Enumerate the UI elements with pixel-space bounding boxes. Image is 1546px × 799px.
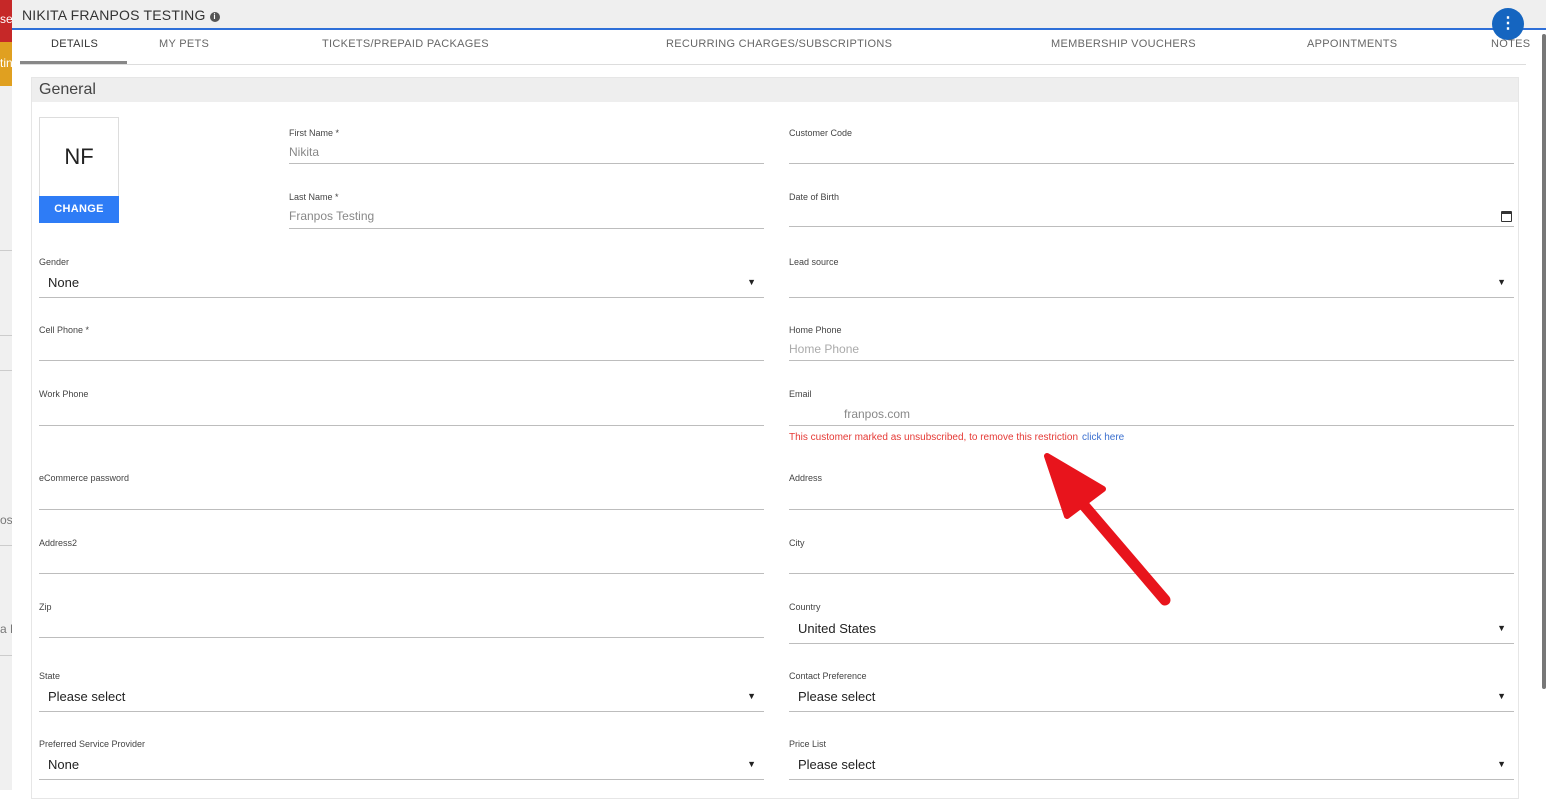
price-list-value: Please select xyxy=(798,757,876,772)
customer-details-modal: NIKITA FRANPOS TESTING i ⋮ DETAILS MY PET… xyxy=(12,0,1546,799)
contact-preference-label: Contact Preference xyxy=(789,671,867,681)
date-of-birth-field[interactable]: Date of Birth xyxy=(789,192,1514,227)
background-app-sliver: se tin os a F xyxy=(0,0,12,790)
tab-tickets-prepaid-packages[interactable]: TICKETS/PREPAID PACKAGES xyxy=(322,38,489,50)
first-name-label: First Name * xyxy=(289,128,340,138)
chevron-down-icon: ▼ xyxy=(747,691,756,701)
cell-phone-label: Cell Phone * xyxy=(39,325,90,335)
home-phone-field[interactable]: Home Phone Home Phone xyxy=(789,325,1514,361)
change-avatar-button[interactable]: CHANGE xyxy=(39,196,119,223)
info-icon[interactable]: i xyxy=(209,12,220,22)
customer-code-label: Customer Code xyxy=(789,128,853,138)
tab-notes[interactable]: NOTES xyxy=(1491,38,1530,50)
scrollbar[interactable] xyxy=(1542,34,1546,689)
avatar-initials: NF xyxy=(64,144,94,169)
avatar: NF xyxy=(39,117,119,198)
modal-title-bar: NIKITA FRANPOS TESTING i xyxy=(12,0,1546,30)
unsubscribed-warning: This customer marked as unsubscribed, to… xyxy=(789,432,1124,443)
preferred-service-provider-label: Preferred Service Provider xyxy=(39,739,146,749)
home-phone-placeholder: Home Phone xyxy=(789,342,860,356)
state-value: Please select xyxy=(48,689,126,704)
address2-label: Address2 xyxy=(39,538,78,548)
tab-details[interactable]: DETAILS xyxy=(51,38,98,50)
address-label: Address xyxy=(789,473,823,483)
work-phone-label: Work Phone xyxy=(39,389,89,399)
contact-preference-value: Please select xyxy=(798,689,876,704)
state-select[interactable]: State Please select ▼ xyxy=(39,671,764,712)
email-label: Email xyxy=(789,389,812,399)
last-name-label: Last Name * xyxy=(289,192,339,202)
zip-label: Zip xyxy=(39,602,52,612)
annotation-arrow-icon xyxy=(1044,453,1171,606)
active-tab-indicator xyxy=(20,61,127,64)
tab-appointments[interactable]: APPOINTMENTS xyxy=(1307,38,1397,50)
background-text-fragment: os xyxy=(0,513,12,527)
section-header: General xyxy=(32,78,1518,102)
lead-source-label: Lead source xyxy=(789,257,839,267)
chevron-down-icon: ▼ xyxy=(1497,277,1506,287)
chevron-down-icon: ▼ xyxy=(1497,691,1506,701)
background-text-fragment: se xyxy=(0,12,12,26)
customer-name-title: NIKITA FRANPOS TESTING xyxy=(22,7,206,23)
ecommerce-password-label: eCommerce password xyxy=(39,473,130,483)
price-list-select[interactable]: Price List Please select ▼ xyxy=(789,739,1514,780)
last-name-field[interactable]: Last Name * Franpos Testing xyxy=(289,192,764,229)
email-value: franpos.com xyxy=(844,407,911,421)
unsubscribed-message: This customer marked as unsubscribed, to… xyxy=(789,432,1078,443)
remove-restriction-link[interactable]: click here xyxy=(1082,432,1124,443)
background-header-red: se xyxy=(0,0,12,42)
first-name-value: Nikita xyxy=(289,145,320,159)
customer-code-field[interactable]: Customer Code xyxy=(789,128,1514,164)
country-label: Country xyxy=(789,602,821,612)
section-title: General xyxy=(39,81,96,98)
last-name-value: Franpos Testing xyxy=(289,209,375,223)
calendar-icon[interactable] xyxy=(1501,211,1512,222)
gender-select[interactable]: Gender None ▼ xyxy=(39,257,764,298)
price-list-label: Price List xyxy=(789,739,827,749)
gender-value: None xyxy=(48,275,80,290)
address2-field[interactable]: Address2 xyxy=(39,538,764,574)
tab-membership-vouchers[interactable]: MEMBERSHIP VOUCHERS xyxy=(1051,38,1196,50)
chevron-down-icon: ▼ xyxy=(1497,623,1506,633)
background-header-orange: tin xyxy=(0,42,12,86)
chevron-down-icon: ▼ xyxy=(747,759,756,769)
country-value: United States xyxy=(798,621,877,636)
first-name-field[interactable]: First Name * Nikita xyxy=(289,128,764,164)
tab-my-pets[interactable]: MY PETS xyxy=(159,38,209,50)
chevron-down-icon: ▼ xyxy=(747,277,756,287)
tab-bar: DETAILS MY PETS TICKETS/PREPAID PACKAGES… xyxy=(20,30,1530,65)
background-text-fragment: a F xyxy=(0,622,12,636)
preferred-service-provider-select[interactable]: Preferred Service Provider None ▼ xyxy=(39,739,764,780)
home-phone-label: Home Phone xyxy=(789,325,842,335)
state-label: State xyxy=(39,671,61,681)
date-of-birth-label: Date of Birth xyxy=(789,192,840,202)
chevron-down-icon: ▼ xyxy=(1497,759,1506,769)
cell-phone-field[interactable]: Cell Phone * xyxy=(39,325,764,361)
work-phone-field[interactable]: Work Phone xyxy=(39,389,764,426)
customer-title: NIKITA FRANPOS TESTING i xyxy=(22,7,220,23)
tab-recurring-charges[interactable]: RECURRING CHARGES/SUBSCRIPTIONS xyxy=(666,38,892,50)
gender-label: Gender xyxy=(39,257,70,267)
preferred-service-provider-value: None xyxy=(48,757,80,772)
city-label: City xyxy=(789,538,805,548)
lead-source-select[interactable]: Lead source ▼ xyxy=(789,257,1514,298)
email-field[interactable]: Email franpos.com xyxy=(789,389,1514,426)
ecommerce-password-field[interactable]: eCommerce password xyxy=(39,473,764,510)
contact-preference-select[interactable]: Contact Preference Please select ▼ xyxy=(789,671,1514,712)
zip-field[interactable]: Zip xyxy=(39,602,764,638)
background-text-fragment: tin xyxy=(0,56,12,70)
